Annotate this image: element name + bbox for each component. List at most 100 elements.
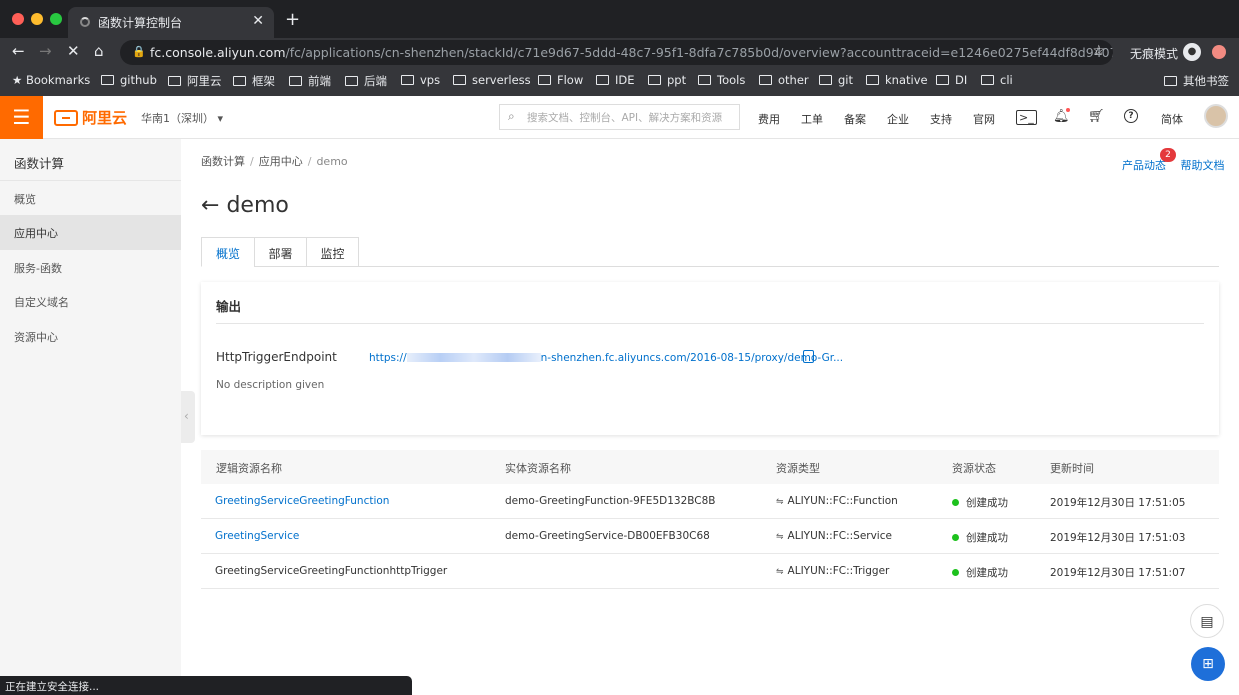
bookmark-folder[interactable]: IDE (596, 73, 635, 87)
bookmark-folder[interactable]: github (101, 73, 157, 87)
sidebar-item-app-center[interactable]: 应用中心 (0, 215, 181, 250)
bookmark-folder[interactable]: DI (936, 73, 967, 87)
terminal-icon[interactable]: >_ (1016, 110, 1037, 125)
update-icon[interactable] (1212, 45, 1226, 59)
menu-icon[interactable]: ☰ (0, 96, 43, 139)
bookmark-label: 框架 (252, 74, 275, 88)
home-icon[interactable]: ⌂ (94, 42, 104, 60)
cart-icon[interactable]: 🛒︎ (1088, 109, 1105, 124)
output-title: 输出 (216, 299, 242, 314)
bookmark-label: Flow (557, 73, 584, 87)
bookmark-folder[interactable]: 阿里云 (168, 73, 222, 89)
tab-monitor[interactable]: 监控 (306, 237, 359, 267)
aliyun-logo[interactable]: 阿里云 (54, 107, 127, 128)
bookmark-star-icon[interactable]: ☆ (1092, 43, 1105, 59)
bookmark-folder[interactable]: Tools (698, 73, 745, 87)
resource-type: ⇋ ALIYUN::FC::Service (776, 530, 892, 542)
minimize-window-button[interactable] (31, 13, 43, 25)
product-news-link[interactable]: 产品动态 (1122, 159, 1166, 172)
endpoint-description: No description given (216, 379, 325, 391)
close-tab-icon[interactable]: ✕ (252, 13, 264, 29)
breadcrumb-separator: / (307, 155, 312, 168)
close-window-button[interactable] (12, 13, 24, 25)
folder-icon (345, 76, 358, 86)
incognito-icon[interactable]: ● (1183, 43, 1201, 61)
back-icon[interactable]: ← (12, 42, 25, 60)
bookmark-label: 阿里云 (187, 74, 222, 88)
back-arrow-icon[interactable]: ← (201, 193, 219, 218)
breadcrumb-fc[interactable]: 函数计算 (201, 155, 245, 168)
address-bar[interactable]: 🔒 fc.console.aliyun.com/fc/applications/… (120, 40, 1113, 65)
copy-icon[interactable] (803, 350, 814, 363)
header-link-support[interactable]: 支持 (930, 111, 952, 127)
update-time: 2019年12月30日 17:51:07 (1050, 567, 1186, 579)
new-tab-button[interactable]: + (285, 9, 300, 30)
header-link-enterprise[interactable]: 企业 (887, 111, 909, 127)
breadcrumb-separator: / (250, 155, 254, 168)
bookmark-folder[interactable]: 前端 (289, 73, 331, 89)
sidebar-item-custom-domains[interactable]: 自定义域名 (0, 284, 181, 319)
search-placeholder: 搜索文档、控制台、API、解决方案和资源 (527, 112, 723, 124)
bookmark-label: other (778, 73, 809, 87)
other-bookmarks[interactable]: 其他书签 (1164, 73, 1229, 89)
update-time: 2019年12月30日 17:51:03 (1050, 532, 1186, 544)
folder-icon (168, 76, 181, 86)
tab-overview[interactable]: 概览 (201, 237, 255, 267)
chat-feedback-icon[interactable]: ▤ (1190, 604, 1224, 638)
endpoint-url-link[interactable]: https:// n-shenzhen.fc.aliyuncs.com/2016-… (369, 352, 843, 364)
help-icon[interactable]: ? (1124, 109, 1138, 123)
header-link-icp[interactable]: 备案 (844, 111, 866, 127)
bookmark-folder[interactable]: Flow (538, 73, 583, 87)
apps-grid-icon[interactable]: ⊞ (1191, 647, 1225, 681)
header-link-official-site[interactable]: 官网 (973, 111, 995, 127)
avatar[interactable] (1204, 104, 1228, 128)
bookmarks-manager[interactable]: ★ Bookmarks (12, 73, 90, 87)
region-label: 华南1（深圳） (141, 112, 214, 125)
folder-icon (453, 75, 466, 85)
sidebar-collapse-handle[interactable]: ‹ (181, 391, 195, 443)
stop-icon[interactable]: ✕ (67, 42, 80, 60)
folder-icon (538, 75, 551, 85)
bookmark-folder[interactable]: other (759, 73, 809, 87)
tab-deploy[interactable]: 部署 (254, 237, 307, 267)
update-time: 2019年12月30日 17:51:05 (1050, 497, 1186, 509)
folder-icon (289, 76, 302, 86)
resource-type-icon: ⇋ (776, 567, 784, 577)
browser-titlebar: 函数计算控制台 ✕ + (0, 0, 1239, 38)
sidebar-item-services-functions[interactable]: 服务-函数 (0, 250, 181, 285)
table-row: GreetingServiceGreetingFunction demo-Gre… (201, 484, 1219, 519)
folder-icon (866, 75, 879, 85)
browser-tab[interactable]: 函数计算控制台 ✕ (68, 7, 274, 38)
bookmark-folder[interactable]: 框架 (233, 73, 275, 89)
bookmark-folder[interactable]: serverless (453, 73, 531, 87)
bookmark-folder[interactable]: 后端 (345, 73, 387, 89)
help-docs-link[interactable]: 帮助文档 (1181, 159, 1225, 172)
status-text: 创建成功 (966, 532, 1008, 544)
logical-resource-link[interactable]: GreetingService (215, 530, 299, 542)
logical-resource-link[interactable]: GreetingServiceGreetingFunction (215, 495, 389, 507)
bookmark-label: serverless (472, 73, 531, 87)
search-input[interactable]: ⌕ 搜索文档、控制台、API、解决方案和资源 (499, 104, 740, 130)
column-header: 资源类型 (776, 462, 820, 475)
maximize-window-button[interactable] (50, 13, 62, 25)
language-selector[interactable]: 简体 (1161, 111, 1183, 127)
header-link-billing[interactable]: 费用 (758, 111, 780, 127)
bookmark-folder[interactable]: ppt (648, 73, 686, 87)
forward-icon[interactable]: → (39, 42, 52, 60)
sidebar-item-resource-center[interactable]: 资源中心 (0, 319, 181, 354)
physical-resource-name: demo-GreetingFunction-9FE5D132BC8B (505, 495, 716, 507)
bookmark-folder[interactable]: cli (981, 73, 1013, 87)
chevron-left-icon: ‹ (184, 409, 189, 423)
folder-icon (596, 75, 609, 85)
folder-icon (101, 75, 114, 85)
url-host: fc.console.aliyun.com (150, 45, 286, 60)
bookmark-folder[interactable]: vps (401, 73, 440, 87)
region-selector[interactable]: 华南1（深圳） ▾ (141, 110, 223, 126)
header-link-tickets[interactable]: 工单 (801, 111, 823, 127)
sidebar-item-overview[interactable]: 概览 (0, 181, 181, 216)
folder-icon (1164, 76, 1177, 86)
bookmark-folder[interactable]: git (819, 73, 853, 87)
breadcrumb-app-center[interactable]: 应用中心 (259, 155, 303, 168)
bookmark-folder[interactable]: knative (866, 73, 928, 87)
page-title-text: demo (226, 193, 289, 218)
